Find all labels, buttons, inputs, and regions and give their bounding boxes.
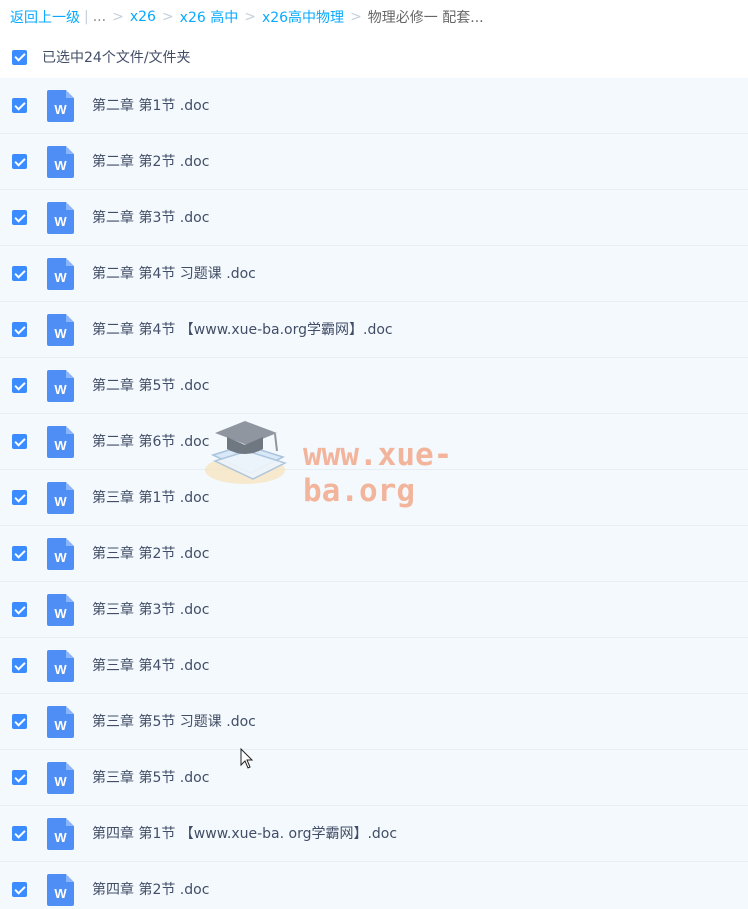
file-checkbox[interactable] [12, 434, 27, 449]
file-checkbox[interactable] [12, 98, 27, 113]
word-doc-icon: W [47, 146, 74, 178]
breadcrumb-ellipsis[interactable]: ... [93, 9, 106, 25]
file-name[interactable]: 第三章 第5节 习题课 .doc [92, 694, 256, 750]
word-doc-icon-letter: W [54, 550, 67, 565]
file-checkbox[interactable] [12, 266, 27, 281]
word-doc-icon-letter: W [54, 214, 67, 229]
file-row[interactable]: W 第二章 第2节 .doc [0, 134, 748, 190]
breadcrumb-separator: > [244, 9, 256, 25]
file-name[interactable]: 第二章 第5节 .doc [92, 358, 209, 414]
file-row[interactable]: W 第二章 第4节 【www.xue-ba.org学霸网】.doc [0, 302, 748, 358]
file-name[interactable]: 第四章 第2节 .doc [92, 862, 209, 909]
word-doc-icon-letter: W [54, 158, 67, 173]
word-doc-icon: W [47, 482, 74, 514]
word-doc-icon: W [47, 370, 74, 402]
file-row[interactable]: W 第四章 第1节 【www.xue-ba. org学霸网】.doc [0, 806, 748, 862]
file-checkbox[interactable] [12, 154, 27, 169]
word-doc-icon: W [47, 538, 74, 570]
file-checkbox[interactable] [12, 378, 27, 393]
word-doc-icon: W [47, 426, 74, 458]
file-checkbox[interactable] [12, 658, 27, 673]
file-checkbox[interactable] [12, 602, 27, 617]
file-name[interactable]: 第二章 第6节 .doc [92, 414, 209, 470]
file-row[interactable]: W 第二章 第5节 .doc [0, 358, 748, 414]
breadcrumb-current: 物理必修一 配套... [367, 10, 484, 26]
file-name[interactable]: 第三章 第3节 .doc [92, 582, 209, 638]
file-name[interactable]: 第四章 第1节 【www.xue-ba. org学霸网】.doc [92, 806, 397, 862]
word-doc-icon-letter: W [54, 326, 67, 341]
file-row[interactable]: W 第三章 第1节 .doc [0, 470, 748, 526]
word-doc-icon: W [47, 874, 74, 906]
breadcrumb: 返回上一级 | ... > x26 > x26 高中 > x26高中物理 > 物… [10, 0, 748, 34]
breadcrumb-item-x26-highschool[interactable]: x26 高中 [180, 7, 239, 27]
file-name[interactable]: 第二章 第4节 习题课 .doc [92, 246, 256, 302]
word-doc-icon-letter: W [54, 606, 67, 621]
word-doc-icon: W [47, 202, 74, 234]
word-doc-icon-letter: W [54, 494, 67, 509]
breadcrumb-divider: | [84, 9, 89, 25]
file-name[interactable]: 第二章 第1节 .doc [92, 78, 209, 134]
file-checkbox[interactable] [12, 210, 27, 225]
file-checkbox[interactable] [12, 546, 27, 561]
word-doc-icon: W [47, 706, 74, 738]
breadcrumb-separator: > [161, 9, 174, 25]
file-row[interactable]: W 第三章 第3节 .doc [0, 582, 748, 638]
word-doc-icon-letter: W [54, 270, 67, 285]
file-checkbox[interactable] [12, 882, 27, 897]
file-checkbox[interactable] [12, 490, 27, 505]
file-row[interactable]: W 第二章 第3节 .doc [0, 190, 748, 246]
breadcrumb-separator: > [350, 9, 362, 25]
file-row[interactable]: W 第四章 第2节 .doc [0, 862, 748, 909]
file-name[interactable]: 第三章 第5节 .doc [92, 750, 209, 806]
word-doc-icon: W [47, 650, 74, 682]
word-doc-icon-letter: W [54, 662, 67, 677]
word-doc-icon: W [47, 594, 74, 626]
file-name[interactable]: 第二章 第2节 .doc [92, 134, 209, 190]
breadcrumb-item-x26[interactable]: x26 [130, 9, 156, 25]
file-checkbox[interactable] [12, 826, 27, 841]
file-name[interactable]: 第二章 第4节 【www.xue-ba.org学霸网】.doc [92, 302, 393, 358]
file-name[interactable]: 第三章 第1节 .doc [92, 470, 209, 526]
word-doc-icon-letter: W [54, 382, 67, 397]
file-row[interactable]: W 第三章 第5节 习题课 .doc [0, 694, 748, 750]
file-row[interactable]: W 第二章 第4节 习题课 .doc [0, 246, 748, 302]
breadcrumb-back-link[interactable]: 返回上一级 [10, 7, 80, 27]
word-doc-icon: W [47, 258, 74, 290]
word-doc-icon-letter: W [54, 774, 67, 789]
word-doc-icon: W [47, 90, 74, 122]
file-checkbox[interactable] [12, 322, 27, 337]
word-doc-icon: W [47, 314, 74, 346]
file-row[interactable]: W 第二章 第1节 .doc [0, 78, 748, 134]
file-name[interactable]: 第二章 第3节 .doc [92, 190, 209, 246]
file-checkbox[interactable] [12, 770, 27, 785]
word-doc-icon: W [47, 818, 74, 850]
breadcrumb-item-x26-physics[interactable]: x26高中物理 [262, 7, 344, 27]
file-row[interactable]: W 第二章 第6节 .doc [0, 414, 748, 470]
word-doc-icon-letter: W [54, 830, 67, 845]
selection-bar: 已选中24个文件/文件夹 [0, 42, 748, 72]
select-all-checkbox[interactable] [12, 49, 27, 65]
file-checkbox[interactable] [12, 714, 27, 729]
file-row[interactable]: W 第三章 第4节 .doc [0, 638, 748, 694]
word-doc-icon-letter: W [54, 102, 67, 117]
file-name[interactable]: 第三章 第2节 .doc [92, 526, 209, 582]
word-doc-icon-letter: W [54, 886, 67, 901]
selection-count-label: 已选中24个文件/文件夹 [42, 50, 191, 66]
mouse-cursor-icon [240, 748, 254, 769]
word-doc-icon: W [47, 762, 74, 794]
file-row[interactable]: W 第三章 第2节 .doc [0, 526, 748, 582]
word-doc-icon-letter: W [54, 438, 67, 453]
word-doc-icon-letter: W [54, 718, 67, 733]
file-name[interactable]: 第三章 第4节 .doc [92, 638, 209, 694]
breadcrumb-separator: > [112, 9, 124, 25]
file-list: W 第二章 第1节 .doc W 第二章 第2节 .doc W 第二章 第3节 .doc W… [0, 78, 748, 909]
file-row[interactable]: W 第三章 第5节 .doc [0, 750, 748, 806]
